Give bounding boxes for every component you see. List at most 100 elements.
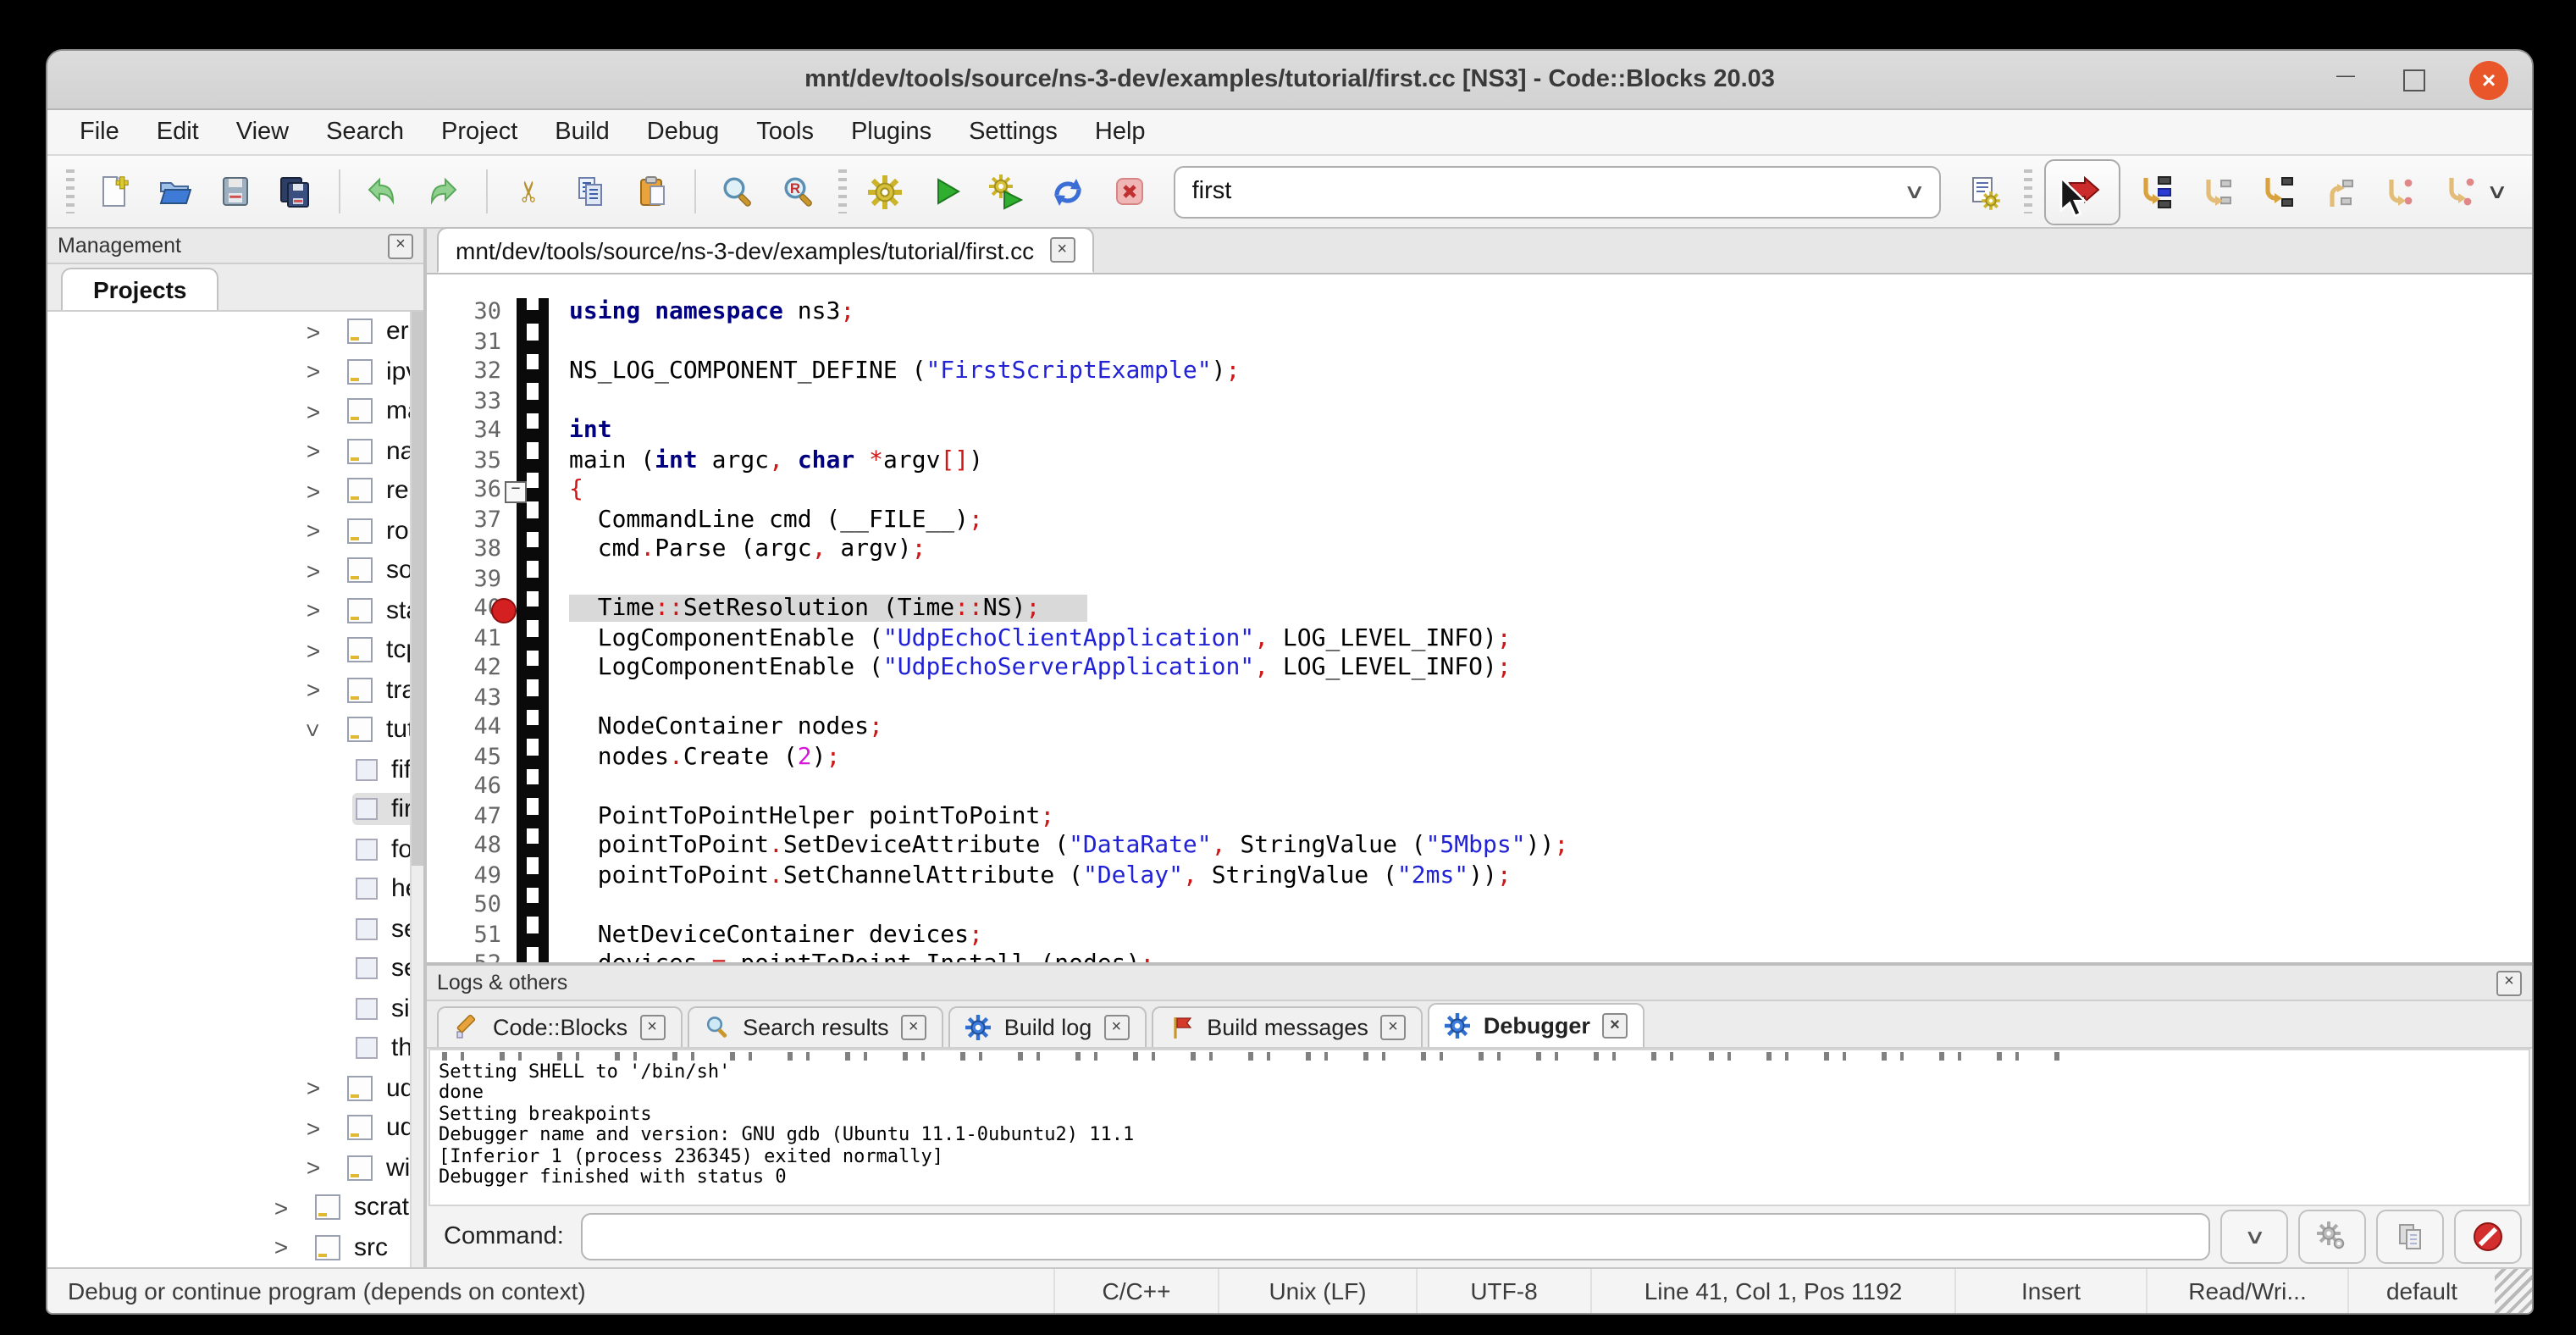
line-number[interactable]: 39	[427, 565, 517, 595]
chevron-collapsed-icon[interactable]: >	[268, 1234, 295, 1261]
code-line-49[interactable]: 49 pointToPoint.SetChannelAttribute ("De…	[427, 861, 2532, 891]
tree-item-se[interactable]: se	[47, 949, 423, 989]
menu-plugins[interactable]: Plugins	[832, 119, 950, 146]
tree-item-udp-[interactable]: >udp-	[47, 1108, 423, 1148]
run-icon[interactable]	[921, 166, 972, 217]
code-editor[interactable]: 30using namespace ns3;3132NS_LOG_COMPONE…	[427, 274, 2532, 962]
tree-item-wire[interactable]: >wire	[47, 1148, 423, 1188]
tab-projects[interactable]: Projects	[61, 268, 219, 310]
undo-icon[interactable]	[357, 166, 408, 217]
tab-code-blocks[interactable]: Code::Blocks	[437, 1006, 682, 1047]
debugger-command-input[interactable]	[581, 1213, 2210, 1260]
line-number[interactable]: 30	[427, 298, 517, 328]
line-number[interactable]: 34	[427, 417, 517, 446]
code-line-48[interactable]: 48 pointToPoint.SetDeviceAttribute ("Dat…	[427, 832, 2532, 861]
code-line-39[interactable]: 39	[427, 565, 2532, 595]
code-line-37[interactable]: 37 CommandLine cmd (__FILE__);	[427, 506, 2532, 535]
line-number[interactable]: 44	[427, 713, 517, 743]
code-line-52[interactable]: 52 devices = pointToPoint.Install (nodes…	[427, 950, 2532, 962]
close-logs-icon[interactable]	[2496, 970, 2522, 995]
marker-margin[interactable]	[517, 713, 549, 743]
step-into-instruction-icon[interactable]	[2434, 166, 2485, 217]
tab-build-messages[interactable]: Build messages	[1151, 1006, 1423, 1047]
paste-icon[interactable]	[627, 166, 677, 217]
close-tab-icon[interactable]	[901, 1015, 926, 1040]
line-number[interactable]: 49	[427, 861, 517, 891]
tab-search-results[interactable]: Search results	[687, 1006, 943, 1047]
marker-margin[interactable]	[517, 446, 549, 476]
run-to-cursor-icon[interactable]	[2129, 166, 2180, 217]
marker-margin[interactable]	[517, 684, 549, 713]
tree-item-fif[interactable]: fif	[47, 750, 423, 789]
tree-item-tuto[interactable]: >tuto	[47, 710, 423, 750]
tree-item-sock[interactable]: >sock	[47, 551, 423, 590]
tree-item-mat[interactable]: >mat	[47, 391, 423, 431]
build-target-icon[interactable]	[1960, 166, 2010, 217]
marker-margin[interactable]	[517, 921, 549, 950]
chevron-down-icon[interactable]	[1904, 180, 1926, 203]
marker-margin[interactable]	[517, 624, 549, 654]
line-number[interactable]: 33	[427, 387, 517, 417]
code-line-44[interactable]: 44 NodeContainer nodes;	[427, 713, 2532, 743]
menu-build[interactable]: Build	[536, 119, 628, 146]
tree-scrollbar-thumb[interactable]	[412, 312, 423, 866]
code-line-36[interactable]: 36{	[427, 476, 2532, 506]
close-editor-tab-icon[interactable]	[1049, 237, 1075, 263]
abort-icon[interactable]	[1104, 166, 1155, 217]
line-number[interactable]: 37	[427, 506, 517, 535]
line-number[interactable]: 45	[427, 743, 517, 773]
close-button[interactable]	[2469, 60, 2508, 99]
toolbar-grip[interactable]	[2024, 169, 2032, 213]
code-line-51[interactable]: 51 NetDeviceContainer devices;	[427, 921, 2532, 950]
command-history-button[interactable]	[2220, 1210, 2288, 1264]
marker-margin[interactable]	[517, 417, 549, 446]
marker-margin[interactable]	[517, 654, 549, 684]
menu-search[interactable]: Search	[307, 119, 423, 146]
chevron-collapsed-icon[interactable]: >	[300, 557, 327, 584]
editor-tab-first-cc[interactable]: mnt/dev/tools/source/ns-3-dev/examples/t…	[437, 227, 1093, 273]
maximize-button[interactable]	[2403, 69, 2425, 91]
chevron-collapsed-icon[interactable]: >	[300, 518, 327, 545]
chevron-collapsed-icon[interactable]: >	[300, 478, 327, 505]
marker-margin[interactable]	[517, 357, 549, 387]
line-number[interactable]: 43	[427, 684, 517, 713]
code-line-47[interactable]: 47 PointToPointHelper pointToPoint;	[427, 802, 2532, 832]
tab-debugger[interactable]: Debugger	[1428, 1003, 1645, 1047]
close-tab-icon[interactable]	[1380, 1015, 1406, 1040]
chevron-collapsed-icon[interactable]: >	[300, 319, 327, 346]
tree-scrollbar[interactable]	[410, 312, 423, 1267]
menu-file[interactable]: File	[61, 119, 138, 146]
find-icon[interactable]	[713, 166, 764, 217]
build-and-run-icon[interactable]	[982, 166, 1033, 217]
copy-log-button[interactable]	[2376, 1210, 2444, 1264]
debug-settings-button[interactable]	[2298, 1210, 2366, 1264]
line-number[interactable]: 32	[427, 357, 517, 387]
chevron-collapsed-icon[interactable]: >	[300, 637, 327, 664]
code-line-40[interactable]: 40 Time::SetResolution (Time::NS);	[427, 595, 2532, 624]
chevron-collapsed-icon[interactable]: >	[300, 358, 327, 385]
menu-help[interactable]: Help	[1076, 119, 1164, 146]
tree-item-fir[interactable]: fir	[47, 789, 423, 829]
marker-margin[interactable]	[517, 802, 549, 832]
code-line-34[interactable]: 34int	[427, 417, 2532, 446]
marker-margin[interactable]	[517, 595, 549, 624]
fold-marker-icon[interactable]	[505, 481, 527, 503]
code-line-33[interactable]: 33	[427, 387, 2532, 417]
chevron-expanded-icon[interactable]: >	[300, 717, 327, 744]
toolbar-grip[interactable]	[66, 169, 75, 213]
tree-item-six[interactable]: six	[47, 989, 423, 1028]
copy-icon[interactable]	[566, 166, 616, 217]
menu-debug[interactable]: Debug	[628, 119, 738, 146]
code-line-45[interactable]: 45 nodes.Create (2);	[427, 743, 2532, 773]
line-number[interactable]: 50	[427, 891, 517, 921]
replace-icon[interactable]: R	[774, 166, 825, 217]
close-tab-icon[interactable]	[639, 1015, 665, 1040]
line-number[interactable]: 48	[427, 832, 517, 861]
code-line-31[interactable]: 31	[427, 328, 2532, 357]
chevron-collapsed-icon[interactable]: >	[300, 1155, 327, 1182]
chevron-collapsed-icon[interactable]: >	[300, 597, 327, 624]
line-number[interactable]: 52	[427, 950, 517, 962]
stop-debugger-button[interactable]	[2454, 1210, 2522, 1264]
chevron-collapsed-icon[interactable]: >	[300, 1075, 327, 1102]
chevron-collapsed-icon[interactable]: >	[300, 398, 327, 425]
